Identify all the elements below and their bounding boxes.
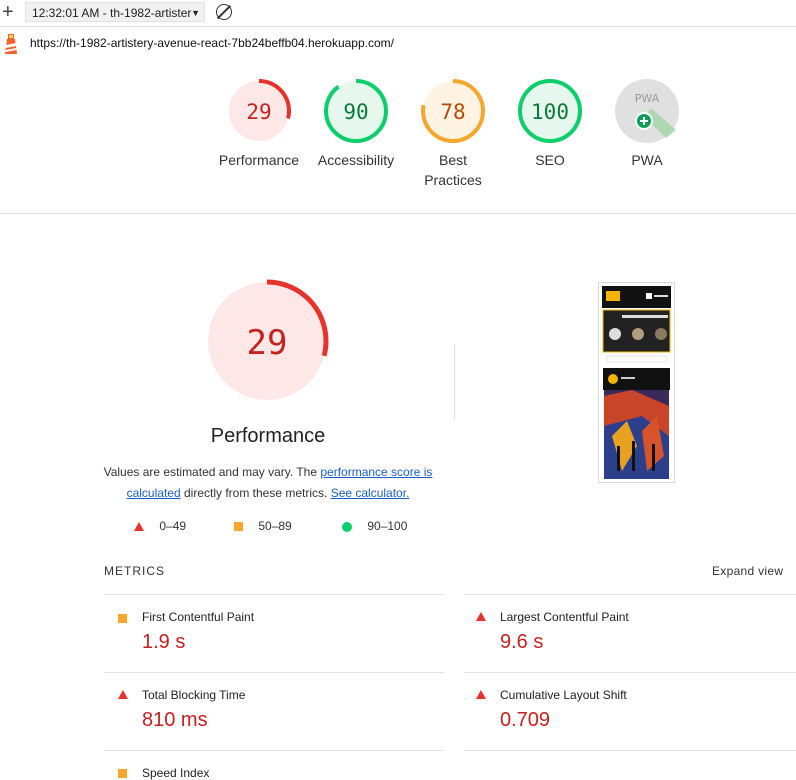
dropdown-arrow-icon: ▼ [191,8,200,18]
screenshot-image [602,286,671,479]
metric-first-contentful-paint: First Contentful Paint 1.9 s [104,595,434,671]
metric-total-blocking-time: Total Blocking Time 810 ms [104,673,434,749]
metric-value: 9.6 s [500,631,544,653]
gauge-pwa[interactable]: PWA PWA [597,78,697,170]
metric-divider [464,750,796,751]
gauge-score: 100 [531,100,569,124]
see-calculator-link[interactable]: See calculator. [331,486,410,500]
metric-value: 0.709 [500,709,551,731]
gauge-accessibility-ring: 90 [324,79,388,143]
gauge-label: PWA [631,152,663,168]
gauge-score: 90 [343,100,368,124]
metrics-heading: METRICS [104,564,165,578]
legend-average: 50–89 [234,519,292,533]
gauge-score: 78 [440,100,465,124]
vertical-divider [454,345,455,420]
circle-icon [342,521,352,532]
metric-value: 1.9 s [142,631,186,653]
gauge-best-practices[interactable]: 78 Best Practices [403,78,503,190]
gauge-label: Best Practices [424,152,482,188]
lighthouse-logo-icon [5,34,17,54]
pwa-badge-text: PWA [635,92,660,105]
gauge-performance[interactable]: 29 Performance [209,78,309,170]
triangle-icon [476,612,486,621]
legend-range: 50–89 [258,519,292,533]
report-selector-label: 12:32:01 AM - th-1982-artister [32,6,192,20]
expand-view-button[interactable]: Expand view [712,564,783,578]
description-text: Values are estimated and may vary. The [103,465,321,479]
section-divider [0,213,796,214]
pwa-badge-icon: PWA [615,79,679,143]
top-bar: + 12:32:01 AM - th-1982-artister ▼ [0,0,796,27]
report-selector[interactable]: 12:32:01 AM - th-1982-artister ▼ [25,2,205,22]
legend-range: 0–49 [159,519,187,533]
page-url[interactable]: https://th-1982-artistery-avenue-react-7… [30,36,394,50]
performance-score: 29 [247,323,288,363]
gauge-performance-ring: 29 [227,79,291,143]
metric-largest-contentful-paint: Largest Contentful Paint 9.6 s [462,595,792,671]
triangle-icon [476,690,486,699]
gauge-label: Performance [218,152,300,168]
metric-speed-index: Speed Index [104,751,434,780]
gauge-seo-ring: 100 [518,79,582,143]
final-screenshot[interactable] [598,282,675,483]
metric-value: 810 ms [142,709,208,731]
performance-title: Performance [210,425,326,447]
metric-cumulative-layout-shift: Cumulative Layout Shift 0.709 [462,673,792,749]
metric-name: Total Blocking Time [142,688,246,702]
square-icon [234,522,243,532]
legend-pass: 90–100 [342,519,407,533]
square-icon [118,769,127,778]
url-bar: https://th-1982-artistery-avenue-react-7… [0,27,796,59]
metric-name: Cumulative Layout Shift [500,688,627,702]
gauge-label: SEO [535,152,565,168]
add-icon[interactable]: + [2,2,20,22]
metric-name: Largest Contentful Paint [500,610,629,624]
square-icon [118,614,127,623]
legend-range: 90–100 [367,519,408,533]
gauge-label: Accessibility [317,152,395,168]
metric-name: First Contentful Paint [142,610,255,624]
gauge-best-practices-ring: 78 [421,79,485,143]
legend-fail: 0–49 [134,519,186,533]
performance-description: Values are estimated and may vary. The p… [98,462,438,504]
gauge-seo[interactable]: 100 SEO [500,78,600,170]
performance-gauge-large: 29 [205,279,329,403]
description-text: directly from these metrics. [180,486,331,500]
gauge-accessibility[interactable]: 90 Accessibility [306,78,406,170]
triangle-icon [118,690,128,699]
gauge-score: 29 [246,100,271,124]
triangle-icon [134,522,144,532]
block-icon[interactable] [216,4,232,20]
